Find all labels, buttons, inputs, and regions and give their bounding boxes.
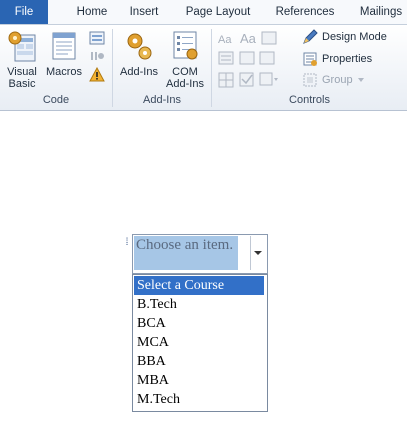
- gears-icon: [127, 33, 152, 60]
- list-item[interactable]: BCA: [134, 314, 264, 333]
- com-add-ins-label-1: COM: [172, 66, 198, 78]
- tab-mailings[interactable]: Mailings: [355, 0, 407, 24]
- add-ins-group-label: Add-Ins: [143, 94, 181, 106]
- content-control-handle-icon[interactable]: ⁞: [122, 236, 132, 250]
- visual-basic-button[interactable]: Visual Basic: [4, 29, 40, 90]
- group-label: Group: [322, 74, 353, 86]
- macro-security-icon[interactable]: [89, 67, 105, 83]
- controls-group-label: Controls: [289, 94, 330, 106]
- list-item[interactable]: MBA: [134, 371, 264, 390]
- properties-label: Properties: [322, 53, 373, 65]
- list-item[interactable]: MCA: [134, 333, 264, 352]
- record-macro-icon[interactable]: [89, 30, 105, 46]
- visual-basic-label-2: Basic: [8, 78, 36, 90]
- macros-label: Macros: [45, 66, 83, 78]
- add-ins-label: Add-Ins: [120, 66, 158, 78]
- tab-page-layout[interactable]: Page Layout: [182, 0, 254, 24]
- dropdown-arrow-button[interactable]: [250, 236, 265, 270]
- macros-button[interactable]: Macros: [44, 29, 84, 78]
- visual-basic-label-1: Visual: [7, 66, 37, 78]
- macros-icon: [52, 32, 76, 60]
- tab-home[interactable]: Home: [72, 0, 112, 24]
- ribbon-tabs: File Home Insert Page Layout References …: [0, 0, 407, 25]
- list-item[interactable]: BBA: [134, 352, 264, 371]
- group-button[interactable]: Group: [302, 72, 365, 88]
- properties-button[interactable]: Properties: [302, 51, 372, 67]
- design-mode-button[interactable]: Design Mode: [302, 29, 387, 45]
- pause-recording-icon[interactable]: [89, 50, 105, 62]
- ribbon: Visual Basic Macros Code Add-Ins COM Add…: [0, 25, 407, 111]
- group-icon: [303, 73, 317, 87]
- properties-icon: [303, 52, 317, 66]
- design-mode-icon: [303, 29, 318, 44]
- tab-file[interactable]: File: [0, 0, 48, 24]
- dropdown-list[interactable]: Select a Course B.Tech BCA MCA BBA MBA M…: [132, 274, 268, 412]
- com-add-ins-label-2: Add-Ins: [166, 78, 204, 90]
- svg-text:Aa: Aa: [240, 31, 257, 46]
- list-item[interactable]: M.Tech: [134, 390, 264, 409]
- add-ins-button[interactable]: Add-Ins: [117, 29, 161, 78]
- tab-references[interactable]: References: [272, 0, 338, 24]
- content-control-placeholder[interactable]: Choose an item.: [134, 236, 238, 270]
- com-add-ins-button[interactable]: COM Add-Ins: [163, 29, 207, 90]
- visual-basic-icon: [8, 31, 36, 62]
- list-item[interactable]: Select a Course: [134, 276, 264, 295]
- list-item[interactable]: B.Tech: [134, 295, 264, 314]
- svg-text:Aa: Aa: [218, 34, 232, 46]
- tab-insert[interactable]: Insert: [124, 0, 164, 24]
- com-add-ins-icon: [173, 31, 198, 60]
- code-group-label: Code: [42, 94, 70, 106]
- chevron-down-icon: [254, 251, 262, 255]
- design-mode-label: Design Mode: [322, 31, 387, 43]
- content-controls-gallery[interactable]: Aa Aa: [218, 29, 280, 91]
- chevron-down-icon: [357, 78, 364, 82]
